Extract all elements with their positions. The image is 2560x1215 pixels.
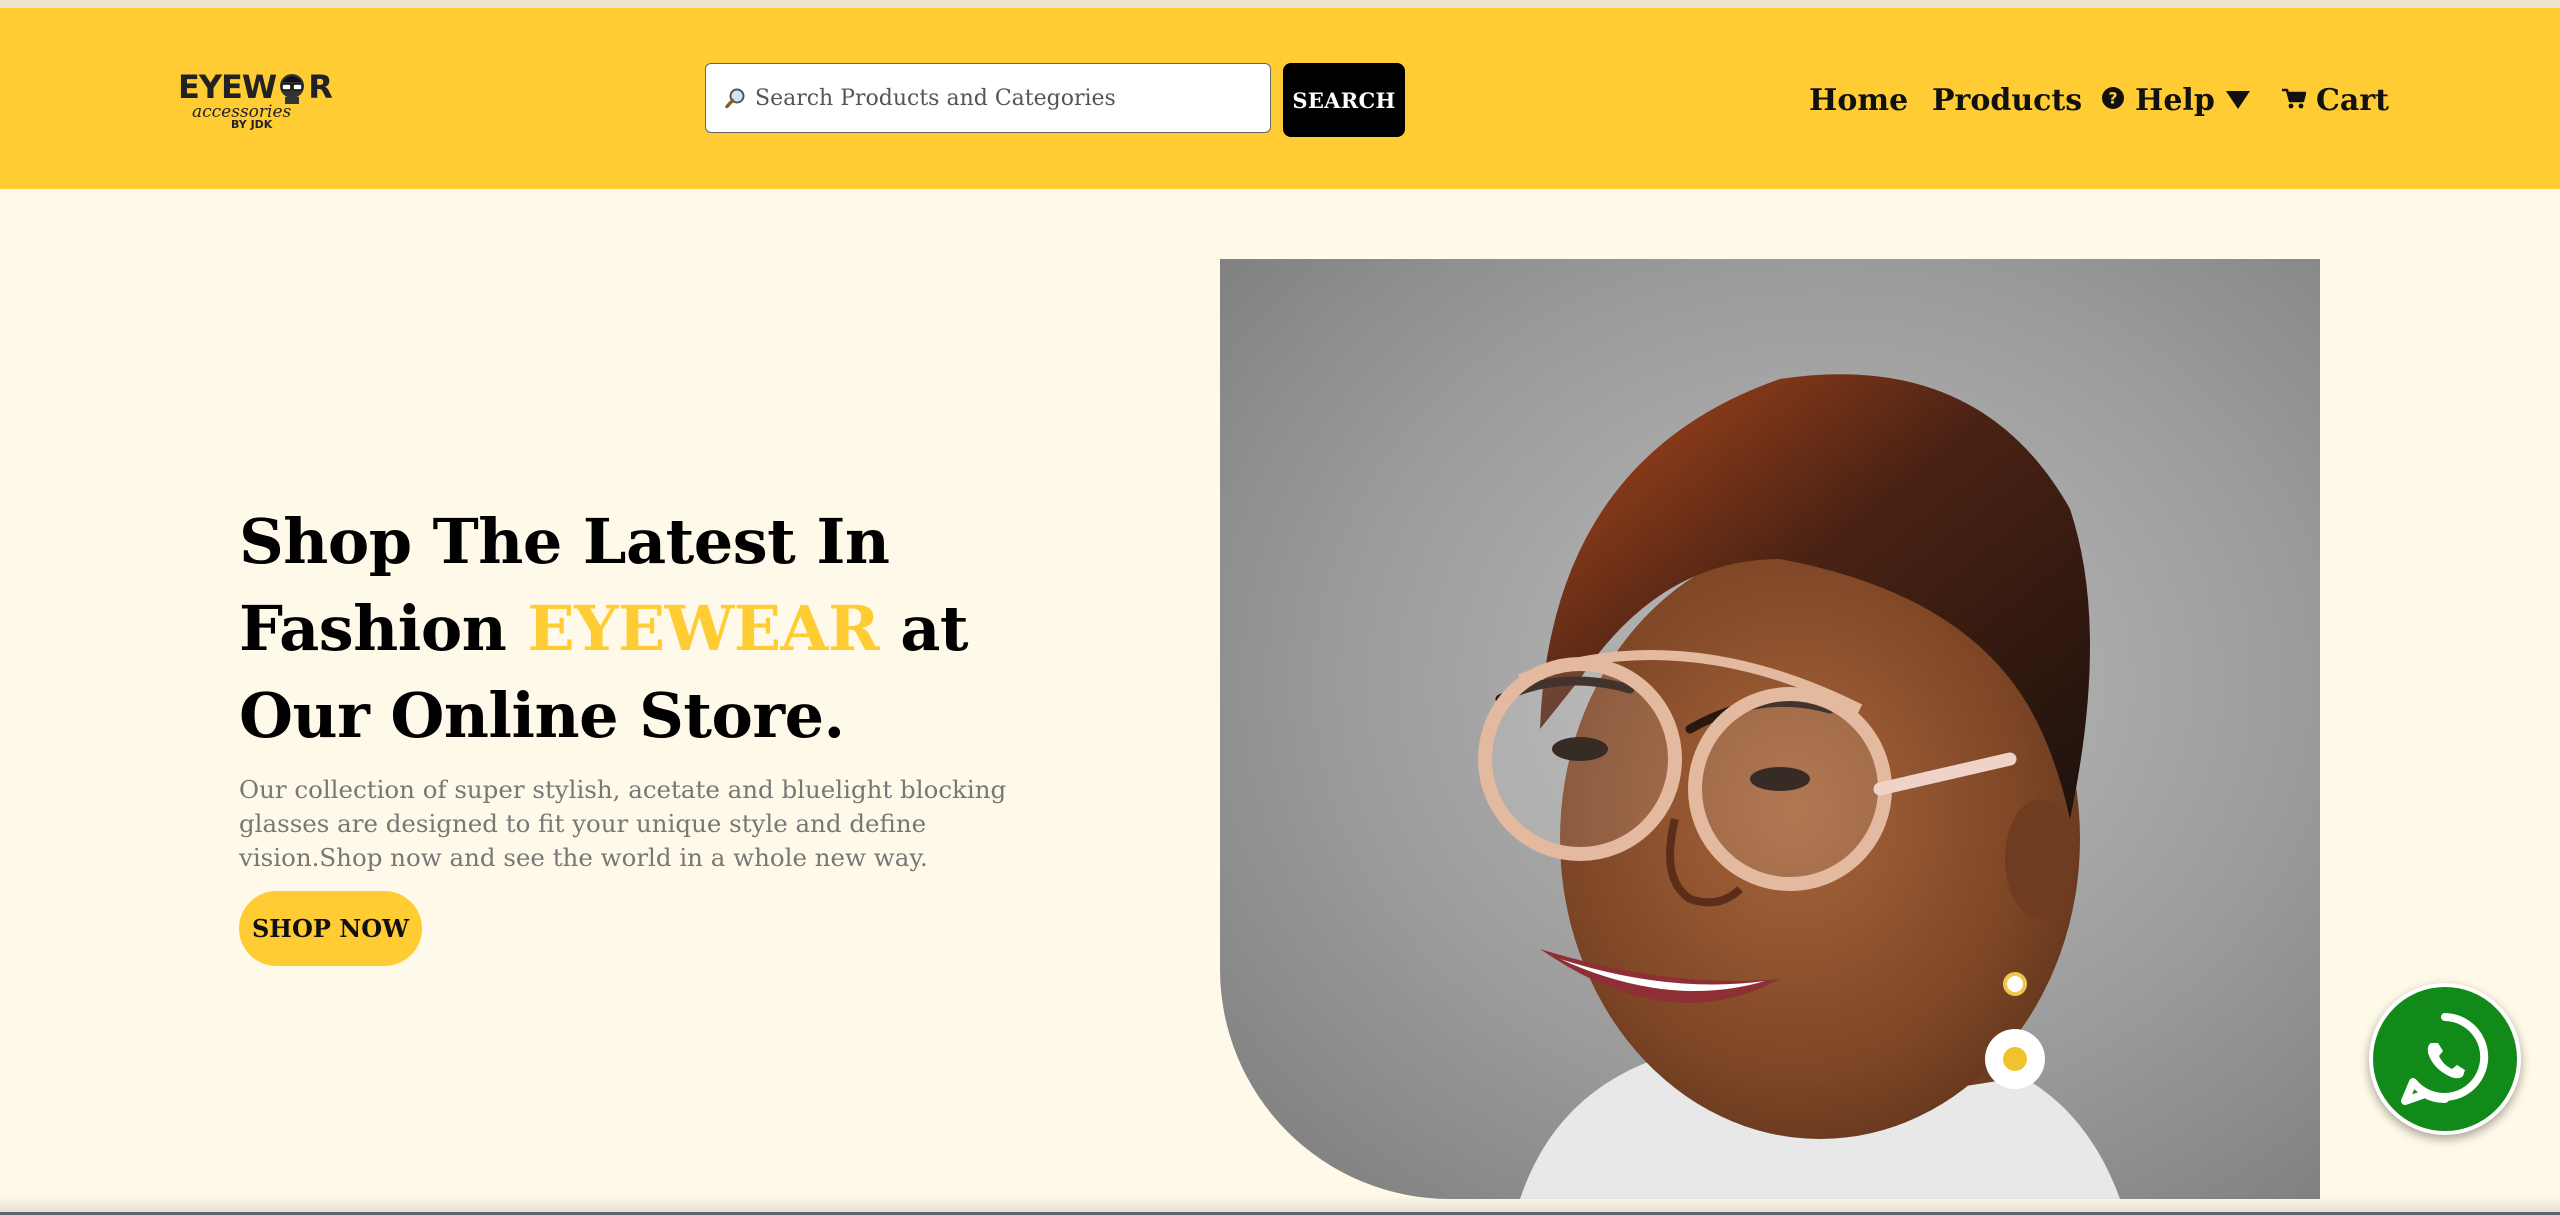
- whatsapp-chat-button[interactable]: [2369, 983, 2521, 1135]
- nav-cart-link[interactable]: Cart: [2282, 80, 2389, 120]
- nav-help-dropdown[interactable]: ? Help: [2101, 80, 2251, 120]
- nav-help-label: Help: [2135, 82, 2215, 118]
- svg-text:?: ?: [2108, 88, 2117, 107]
- magnifier-icon: [725, 87, 747, 109]
- cart-icon: [2282, 83, 2307, 118]
- logo-face-icon: [277, 70, 307, 104]
- brand-logo[interactable]: EYEW R accessories BY JDK: [178, 66, 333, 132]
- hero-title-line1: Shop The Latest In: [239, 505, 890, 578]
- logo-wordmark: EYEW R: [178, 68, 333, 106]
- hero-model-photo: [1220, 259, 2320, 1199]
- nav-home-link[interactable]: Home: [1809, 80, 1908, 120]
- hero-title-line2-pre: Fashion: [239, 592, 528, 665]
- hero-title-line3: Our Online Store.: [239, 679, 845, 752]
- logo-text-right: R: [308, 68, 333, 106]
- whatsapp-icon: [2401, 1013, 2489, 1105]
- shop-now-button[interactable]: SHOP NOW: [239, 891, 422, 966]
- hero-description: Our collection of super stylish, acetate…: [239, 775, 1007, 872]
- hero-title: Shop The Latest In Fashion EYEWEAR at Ou…: [239, 498, 999, 759]
- logo-text-left: EYEW: [178, 68, 277, 106]
- caret-down-icon: [2225, 83, 2251, 118]
- question-circle-icon: ?: [2101, 83, 2125, 118]
- nav-cart-label: Cart: [2316, 82, 2389, 118]
- nav-products-link[interactable]: Products: [1932, 80, 2082, 120]
- hero-title-line2-post: at: [879, 592, 969, 665]
- hero-title-accent: EYEWEAR: [527, 592, 880, 665]
- browser-top-strip: [0, 0, 2560, 8]
- search-button[interactable]: SEARCH: [1283, 63, 1405, 137]
- search-box: [705, 63, 1273, 135]
- search-input[interactable]: [705, 63, 1271, 133]
- logo-byline: BY JDK: [231, 118, 273, 131]
